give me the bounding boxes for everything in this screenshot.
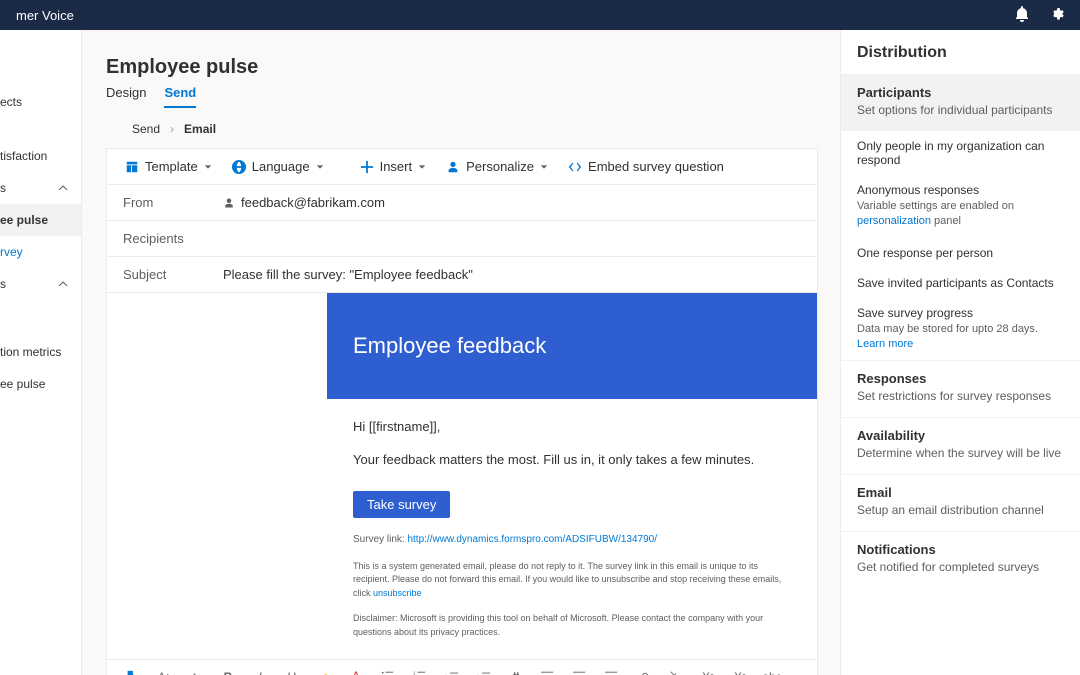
panel-title: Distribution <box>841 30 1080 74</box>
superscript-icon[interactable]: X2 <box>699 668 717 675</box>
app-title: mer Voice <box>16 8 74 23</box>
participants-option[interactable]: Save survey progress Data may be stored … <box>841 298 1080 361</box>
availability-section[interactable]: Availability Determine when the survey w… <box>841 417 1080 474</box>
chevron-up-icon <box>53 279 73 289</box>
distribution-panel: Distribution Participants Set options fo… <box>840 30 1080 675</box>
body-text: Your feedback matters the most. Fill us … <box>353 450 791 471</box>
font-size-decrease[interactable]: A↓ <box>187 668 205 675</box>
italic-button[interactable]: I <box>251 668 269 675</box>
responses-section[interactable]: Responses Set restrictions for survey re… <box>841 360 1080 417</box>
gear-icon[interactable] <box>1048 6 1064 25</box>
recipients-field[interactable]: Recipients <box>107 221 817 257</box>
chevron-up-icon <box>53 183 73 193</box>
disclaimer-1: This is a system generated email, please… <box>353 560 791 601</box>
breadcrumb-item[interactable]: Send <box>132 122 160 136</box>
notifications-section[interactable]: Notifications Get notified for completed… <box>841 531 1080 588</box>
font-size-increase[interactable]: AA <box>155 668 173 675</box>
email-section[interactable]: Email Setup an email distribution channe… <box>841 474 1080 531</box>
main-content: Employee pulse Design Send Send › Email … <box>82 30 840 675</box>
participants-option[interactable]: Only people in my organization can respo… <box>841 131 1080 175</box>
language-button[interactable]: Language <box>224 155 332 178</box>
numbered-list-icon[interactable]: 123 <box>411 668 429 675</box>
template-button[interactable]: Template <box>117 155 220 178</box>
subject-field[interactable]: Subject Please fill the survey: "Employe… <box>107 257 817 293</box>
bullet-list-icon[interactable] <box>379 668 397 675</box>
strikethrough-icon[interactable]: abc <box>763 668 781 675</box>
unsubscribe-link[interactable]: unsubscribe <box>373 588 422 598</box>
chevron-right-icon: › <box>170 122 174 136</box>
bold-button[interactable]: B <box>219 668 237 675</box>
notification-icon[interactable] <box>1014 6 1030 25</box>
from-value: feedback@fabrikam.com <box>241 195 385 210</box>
tab-design[interactable]: Design <box>106 85 146 108</box>
underline-button[interactable]: U <box>283 668 301 675</box>
page-title: Employee pulse <box>106 56 818 79</box>
participants-option[interactable]: Save invited participants as Contacts <box>841 268 1080 298</box>
take-survey-button[interactable]: Take survey <box>353 491 450 518</box>
align-left-icon[interactable] <box>539 668 557 675</box>
survey-link[interactable]: http://www.dynamics.formspro.com/ADSIFUB… <box>407 534 657 545</box>
greeting: Hi [[firstname]], <box>353 417 791 438</box>
insert-button[interactable]: Insert <box>352 155 435 178</box>
font-color-button[interactable]: A <box>347 668 365 675</box>
embed-button[interactable]: Embed survey question <box>560 155 732 178</box>
nav-item[interactable]: ects <box>0 86 81 118</box>
format-painter-icon[interactable] <box>123 668 141 675</box>
survey-link-label: Survey link: <box>353 534 405 545</box>
nav-item[interactable]: s <box>0 172 81 204</box>
participants-option[interactable]: One response per person <box>841 238 1080 268</box>
nav-item[interactable]: s <box>0 268 81 300</box>
outdent-icon[interactable] <box>443 668 461 675</box>
indent-icon[interactable] <box>475 668 493 675</box>
subject-value: Please fill the survey: "Employee feedba… <box>223 267 801 282</box>
from-field: From feedback@fabrikam.com <box>107 185 817 221</box>
personalize-button[interactable]: Personalize <box>438 155 556 178</box>
email-banner: Employee feedback <box>327 293 817 399</box>
person-icon <box>223 197 235 209</box>
disclaimer-2: Disclaimer: Microsoft is providing this … <box>353 612 791 639</box>
subscript-icon[interactable]: X2 <box>731 668 749 675</box>
participants-section[interactable]: Participants Set options for individual … <box>841 74 1080 131</box>
breadcrumb: Send › Email <box>106 122 818 148</box>
email-body[interactable]: Employee feedback Hi [[firstname]], Your… <box>107 293 817 659</box>
unlink-icon[interactable] <box>667 668 685 675</box>
nav-item-active[interactable]: rvey <box>0 236 81 268</box>
nav-item-selected[interactable]: ee pulse <box>0 204 81 236</box>
personalization-link[interactable]: personalization <box>857 215 931 227</box>
tab-send[interactable]: Send <box>164 85 196 108</box>
align-center-icon[interactable] <box>571 668 589 675</box>
topbar: mer Voice <box>0 0 1080 30</box>
page-tabs: Design Send <box>106 85 818 108</box>
breadcrumb-item: Email <box>184 122 216 136</box>
align-right-icon[interactable] <box>603 668 621 675</box>
link-icon[interactable] <box>635 668 653 675</box>
left-nav: ects tisfaction s ee pulse rvey s tion m… <box>0 30 82 675</box>
command-bar: Template Language Insert Personalize Emb… <box>107 149 817 185</box>
nav-item[interactable]: tion metrics <box>0 336 81 368</box>
learn-more-link[interactable]: Learn more <box>857 338 913 350</box>
nav-item[interactable]: tisfaction <box>0 140 81 172</box>
quote-icon[interactable]: ❝ <box>507 668 525 675</box>
editor-toolbar: AA A↓ B I U A 123 ❝ X2 X2 abc <box>107 659 817 675</box>
banner-title: Employee feedback <box>353 333 791 359</box>
email-composer: Template Language Insert Personalize Emb… <box>106 148 818 675</box>
nav-item[interactable]: ee pulse <box>0 368 81 400</box>
participants-option[interactable]: Anonymous responses Variable settings ar… <box>841 175 1080 238</box>
highlight-icon[interactable] <box>315 668 333 675</box>
